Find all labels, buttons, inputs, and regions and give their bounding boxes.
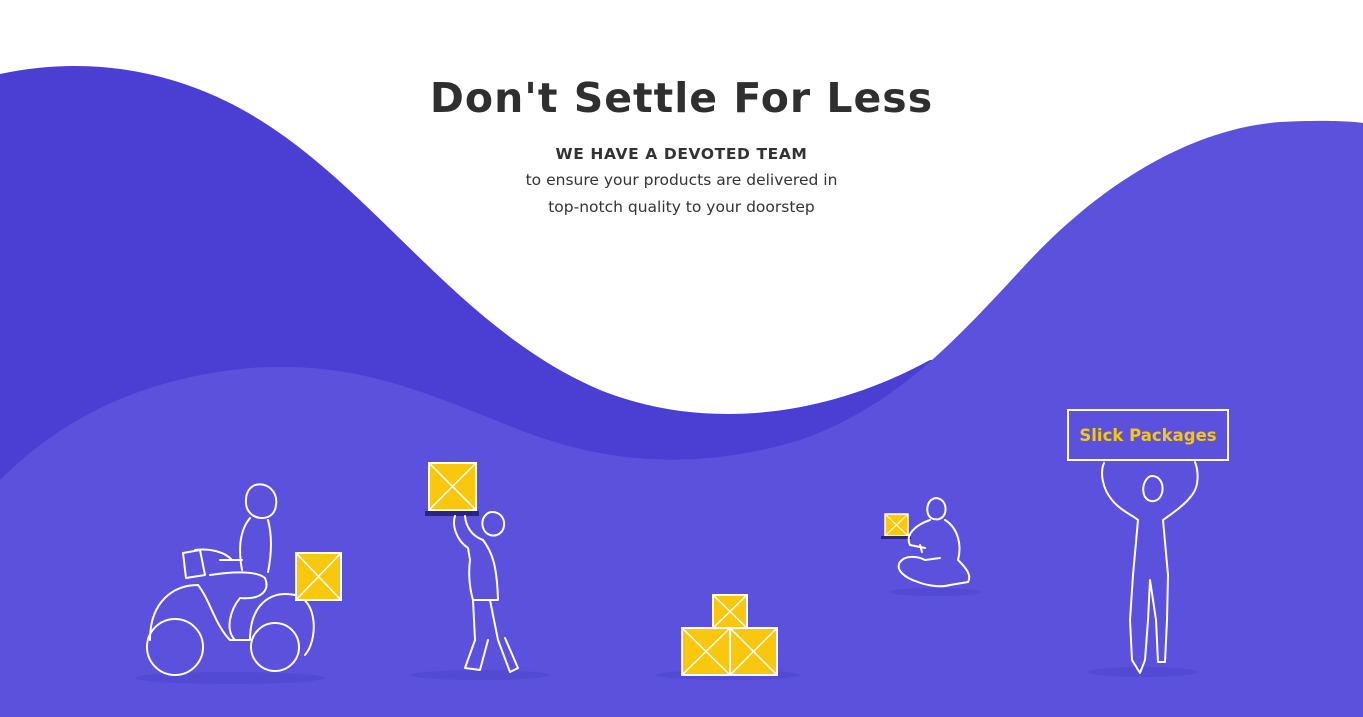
- hero-description-line-1: to ensure your products are delivered in: [525, 171, 838, 189]
- page-title: Don't Settle For Less: [429, 74, 934, 122]
- hero-description-line-2: top-notch quality to your doorstep: [548, 198, 815, 216]
- sign-label: Slick Packages: [1079, 426, 1216, 445]
- hero-subheading: WE HAVE A DEVOTED TEAM: [555, 145, 808, 163]
- scooter-box-icon: [295, 552, 342, 601]
